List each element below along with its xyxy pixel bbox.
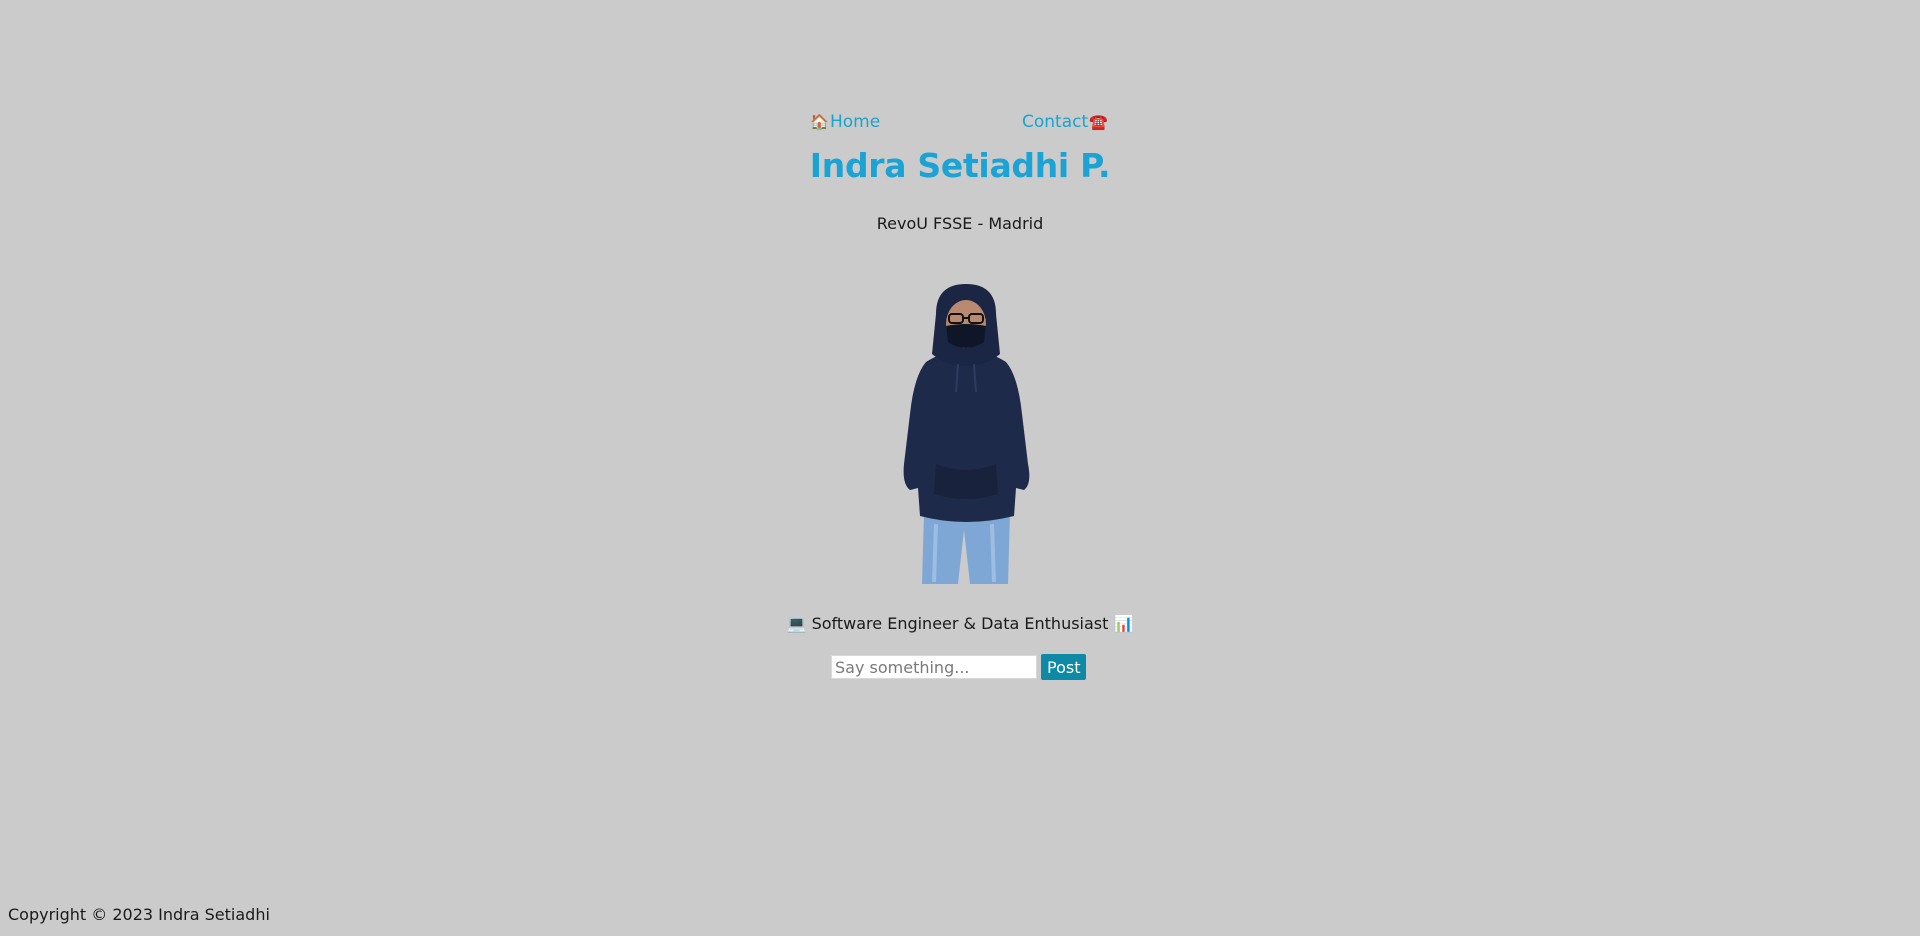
- nav-contact-label: Contact: [1022, 112, 1089, 132]
- post-input[interactable]: [831, 655, 1037, 679]
- post-form: Post: [831, 654, 1087, 680]
- page-title: Indra Setiadhi P.: [809, 146, 1111, 185]
- nav-contact-link[interactable]: Contact ☎️: [1022, 112, 1108, 132]
- house-icon: 🏠: [810, 113, 829, 131]
- page: 🏠 Home Contact ☎️ Indra Setiadhi P. Revo…: [0, 0, 1920, 936]
- top-nav: 🏠 Home Contact ☎️: [810, 112, 1110, 136]
- post-button[interactable]: Post: [1041, 654, 1087, 680]
- tagline: 💻 Software Engineer & Data Enthusiast 📊: [786, 614, 1134, 633]
- footer-copyright: Copyright © 2023 Indra Setiadhi: [8, 905, 270, 924]
- telephone-icon: ☎️: [1089, 113, 1108, 131]
- nav-home-label: Home: [830, 112, 881, 132]
- page-subtitle: RevoU FSSE - Madrid: [876, 214, 1044, 233]
- profile-photo: [903, 284, 1030, 584]
- nav-home-link[interactable]: 🏠 Home: [810, 112, 880, 132]
